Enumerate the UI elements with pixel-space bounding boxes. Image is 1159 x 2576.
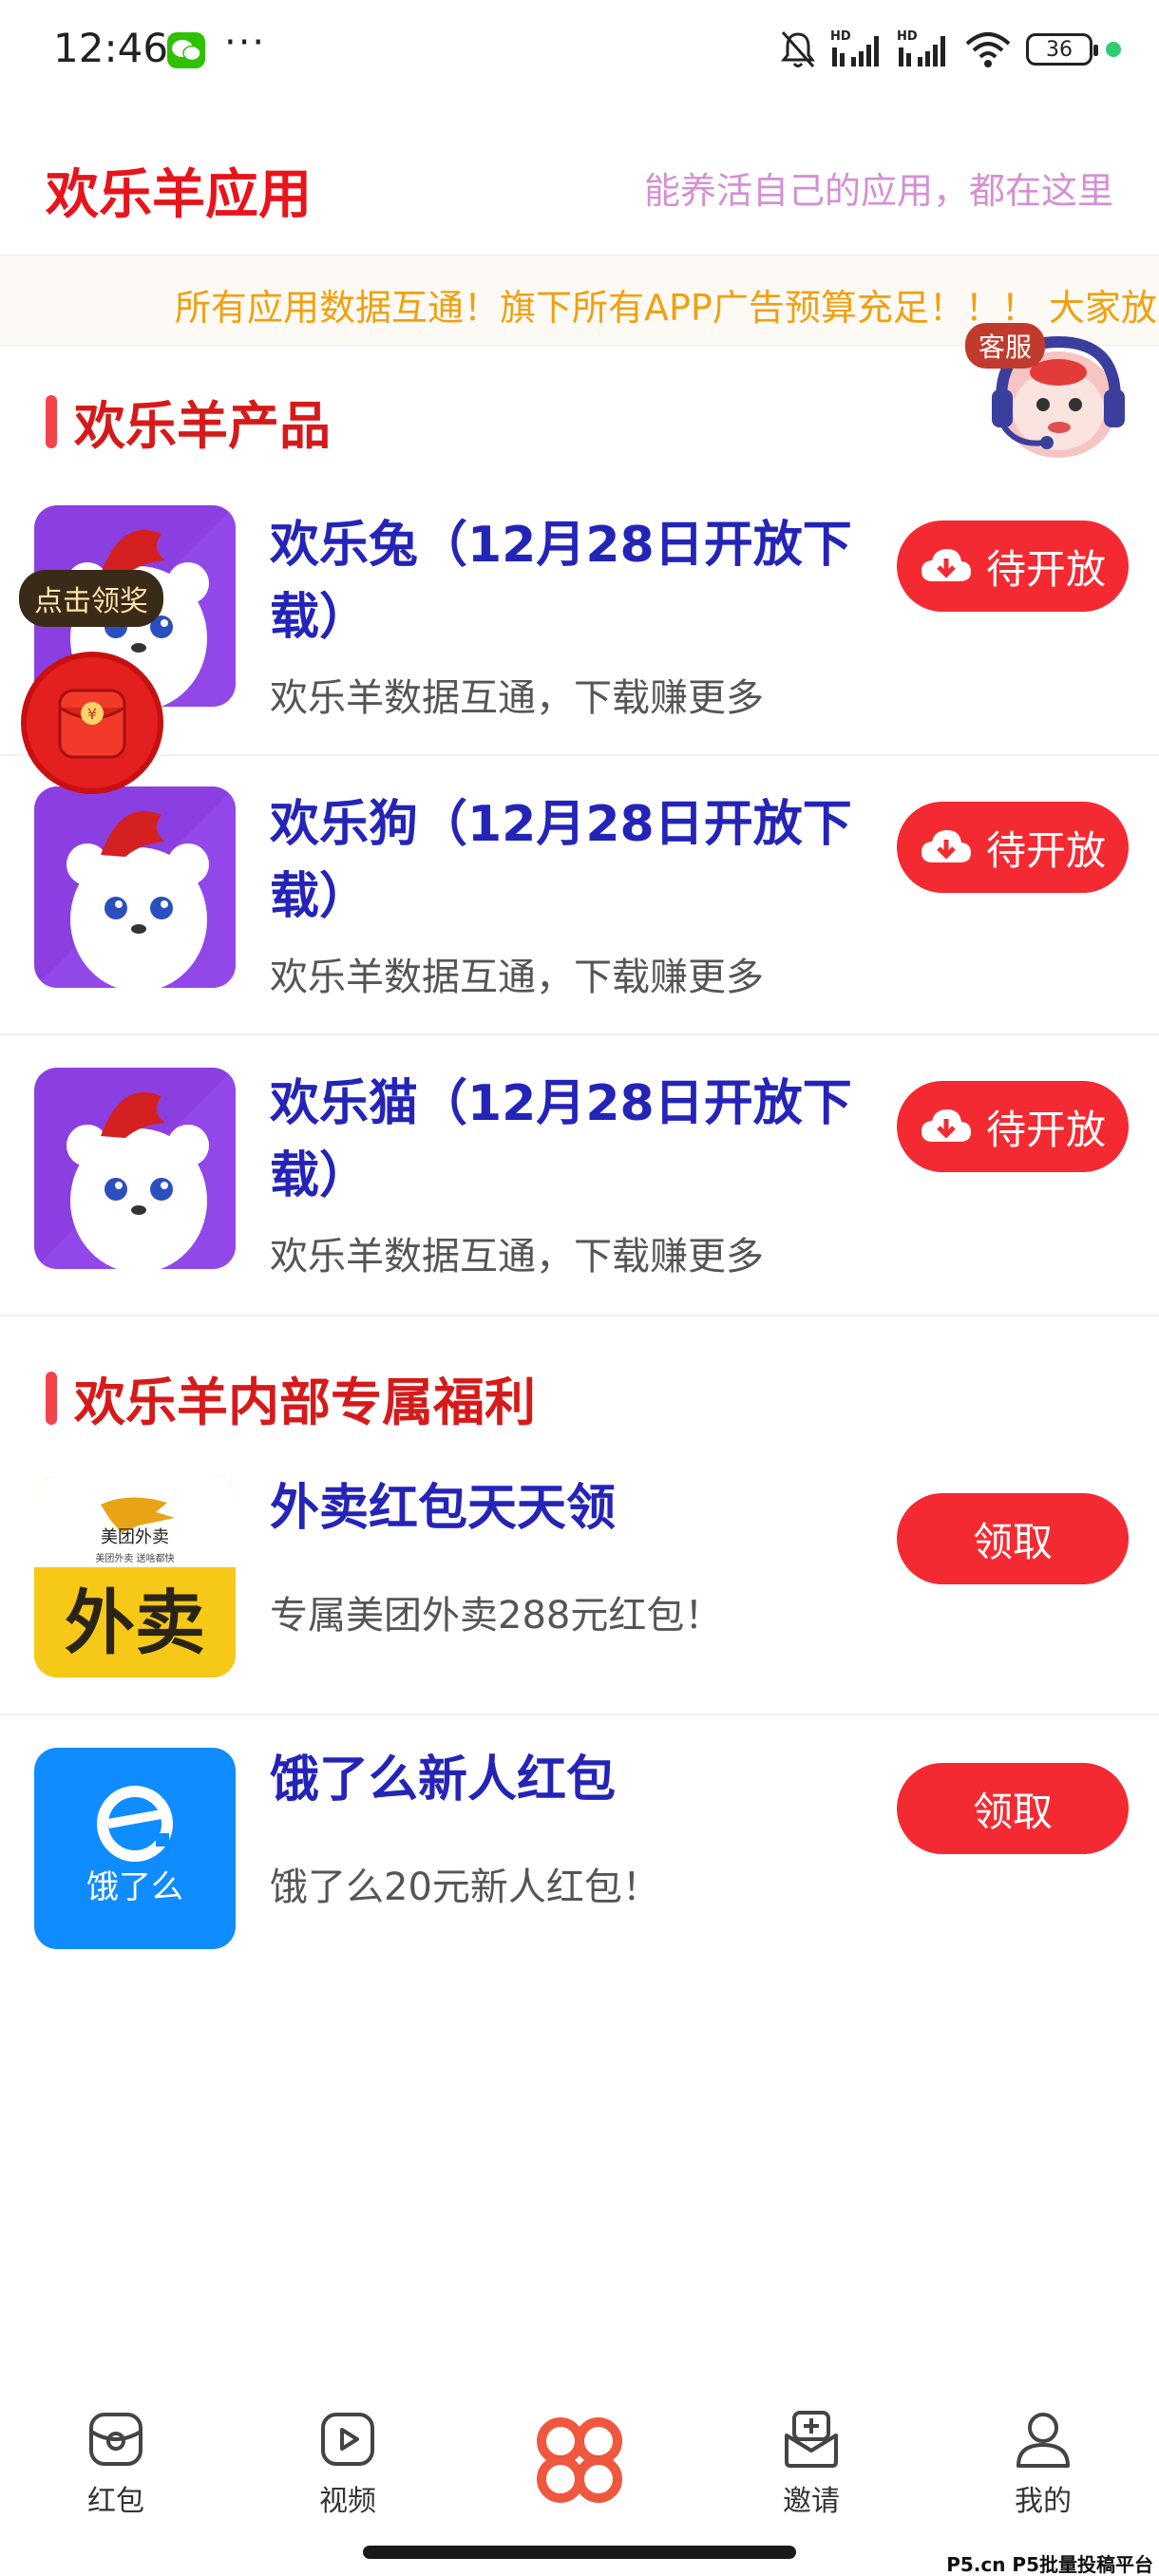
pending-open-button[interactable]: 待开放 [897, 521, 1129, 612]
benefits-section-header: 欢乐羊内部专属福利 [46, 1360, 536, 1435]
benefit-title: 外卖红包天天领 [270, 1480, 617, 1537]
benefit-desc: 饿了么20元新人红包！ [270, 1866, 660, 1909]
cloud-download-icon [920, 1106, 973, 1147]
claim-label: 领取 [972, 1788, 1053, 1835]
reward-float-button[interactable]: 点击领奖 ¥ [17, 570, 169, 798]
wifi-icon [963, 28, 1013, 70]
claim-button[interactable]: 领取 [897, 1493, 1129, 1584]
invite-nav-icon [785, 2411, 838, 2468]
product-desc: 欢乐羊数据互通，下载赚更多 [270, 676, 764, 720]
customer-service-label: 客服 [965, 323, 1046, 369]
products-section-header: 欢乐羊产品 [46, 384, 331, 459]
section-accent-bar [46, 1371, 57, 1425]
status-bar: 12:46 ··· HD HD 36 [0, 0, 1159, 104]
cloud-download-icon [920, 545, 973, 587]
products-section-title: 欢乐羊产品 [74, 396, 331, 456]
mute-bell-icon [779, 28, 817, 70]
product-row[interactable]: 欢乐狗（12月28日开放下载） 欢乐羊数据互通，下载赚更多 待开放 [0, 756, 1159, 1035]
signal-hd-icon: HD [830, 28, 884, 70]
hd-label-1: HD [830, 29, 851, 44]
signal-hd-icon-2: HD [897, 28, 950, 70]
eleme-icon: 饿了么 [34, 1748, 236, 1949]
nav-item-redpacket[interactable]: 红包 [40, 2409, 192, 2519]
wechat-icon [167, 32, 205, 68]
video-nav-icon [321, 2413, 374, 2466]
app-subtitle: 能养活自己的应用，都在这里 [643, 170, 1113, 212]
status-time: 12:46 [53, 25, 169, 71]
product-title: 欢乐兔（12月28日开放下载） [270, 517, 852, 646]
cloud-download-icon [920, 826, 973, 868]
svg-text:¥: ¥ [87, 705, 97, 723]
product-desc: 欢乐羊数据互通，下载赚更多 [270, 1235, 764, 1279]
section-accent-bar [46, 394, 57, 448]
nav-label: 我的 [1015, 2485, 1072, 2518]
apps-grid-icon [537, 2417, 622, 2503]
more-notifications-icon: ··· [224, 21, 267, 65]
watermark: P5.cn P5批量投稿平台 [946, 2553, 1153, 2576]
red-envelope-icon: ¥ [21, 652, 163, 794]
customer-service-button[interactable]: 客服 [960, 323, 1142, 465]
nav-item-video[interactable]: 视频 [272, 2409, 424, 2519]
nav-label: 视频 [319, 2485, 376, 2518]
product-title: 欢乐猫（12月28日开放下载） [270, 1075, 852, 1204]
nav-label: 红包 [87, 2485, 144, 2518]
benefit-title: 饿了么新人红包 [270, 1752, 617, 1809]
claim-label: 领取 [972, 1518, 1053, 1565]
nav-label: 邀请 [783, 2485, 840, 2518]
meituan-big-text: 外卖 [65, 1582, 205, 1664]
pending-open-button[interactable]: 待开放 [897, 1081, 1129, 1172]
hd-label-2: HD [897, 29, 918, 44]
benefit-desc: 专属美团外卖288元红包！ [270, 1594, 723, 1638]
battery-icon: 36 [1026, 33, 1098, 66]
reward-label: 点击领奖 [19, 570, 163, 627]
product-title: 欢乐狗（12月28日开放下载） [270, 796, 852, 925]
meituan-top-text: 美团外卖 [101, 1527, 169, 1547]
benefits-section-title: 欢乐羊内部专属福利 [74, 1373, 536, 1432]
home-indicator[interactable] [363, 2546, 796, 2559]
eleme-icon-text: 饿了么 [86, 1868, 183, 1906]
product-row[interactable]: 欢乐猫（12月28日开放下载） 欢乐羊数据互通，下载赚更多 待开放 [0, 1035, 1159, 1316]
product-row[interactable]: 欢乐兔（12月28日开放下载） 欢乐羊数据互通，下载赚更多 待开放 [0, 475, 1159, 756]
pending-open-button[interactable]: 待开放 [897, 802, 1129, 893]
meituan-sub-text: 美团外卖 送啥都快 [95, 1552, 174, 1564]
product-desc: 欢乐羊数据互通，下载赚更多 [270, 956, 764, 999]
claim-button[interactable]: 领取 [897, 1763, 1129, 1854]
cat-app-icon [34, 1068, 236, 1269]
app-title: 欢乐羊应用 [46, 164, 312, 226]
dog-app-icon [34, 786, 236, 988]
benefit-row[interactable]: 饿了么 饿了么新人红包 饿了么20元新人红包！ 领取 [0, 1715, 1159, 1987]
pending-open-label: 待开放 [985, 826, 1106, 874]
status-icons: HD HD 36 [779, 28, 1121, 70]
red-packet-nav-icon [89, 2413, 142, 2466]
privacy-dot-icon [1106, 42, 1121, 57]
nav-item-apps[interactable] [504, 2415, 656, 2506]
nav-item-profile[interactable]: 我的 [967, 2409, 1119, 2519]
pending-open-label: 待开放 [985, 545, 1106, 593]
nav-item-invite[interactable]: 邀请 [735, 2409, 887, 2519]
person-icon [1016, 2413, 1070, 2468]
meituan-waimai-icon: 美团外卖 美团外卖 送啥都快 外卖 [34, 1476, 236, 1677]
battery-level: 36 [1046, 37, 1073, 62]
benefit-row[interactable]: 美团外卖 美团外卖 送啥都快 外卖 外卖红包天天领 专属美团外卖288元红包！ … [0, 1444, 1159, 1715]
pending-open-label: 待开放 [985, 1106, 1106, 1153]
